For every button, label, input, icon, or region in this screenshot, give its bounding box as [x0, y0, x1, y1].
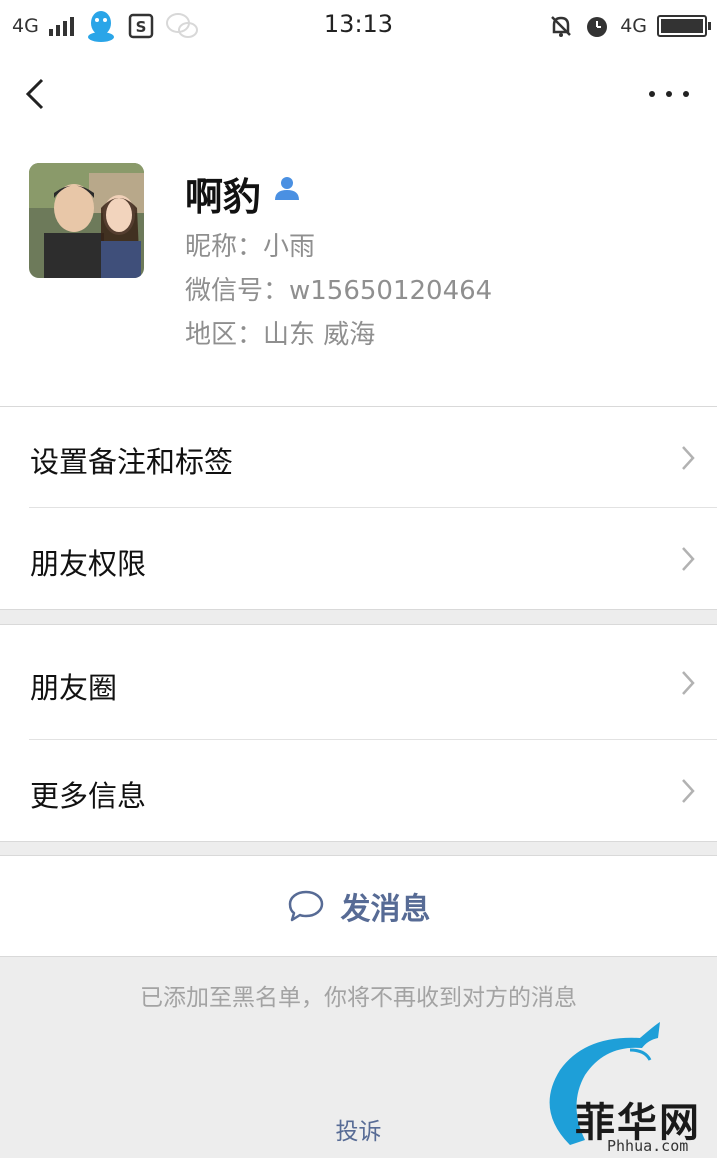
alarm-icon — [587, 17, 608, 37]
wechat-id-text: 微信号：w15650120464 — [185, 276, 493, 306]
more-info-row[interactable]: 更多信息 — [0, 740, 717, 841]
battery-icon — [657, 15, 711, 37]
nav-bar — [0, 52, 717, 132]
more-info-label: 更多信息 — [30, 779, 147, 813]
send-message-group: 发消息 — [0, 855, 717, 957]
nickname-text: 昵称：小雨 — [185, 232, 316, 262]
moments-row[interactable]: 朋友圈 — [0, 625, 717, 739]
status-bar: 4G S 13:13 4G — [0, 0, 717, 52]
send-message-label: 发消息 — [340, 892, 431, 927]
blacklist-note: 已添加至黑名单，你将不再收到对方的消息 — [140, 985, 577, 1011]
profile-header: 啊豹 昵称：小雨 微信号：w15650120464 地区：山东 威海 — [0, 132, 717, 406]
back-icon[interactable] — [22, 74, 52, 114]
send-message-button[interactable]: 发消息 — [0, 856, 717, 956]
settings-group: 设置备注和标签 朋友权限 — [0, 406, 717, 610]
friend-permissions-row[interactable]: 朋友权限 — [0, 508, 717, 609]
moments-label: 朋友圈 — [30, 671, 118, 705]
more-options-icon[interactable] — [649, 74, 689, 114]
watermark-url: Phhua.com — [607, 1137, 689, 1155]
chevron-right-icon — [682, 671, 695, 695]
status-right: 4G — [548, 10, 711, 42]
set-remark-tags-row[interactable]: 设置备注和标签 — [0, 407, 717, 507]
network-type-right: 4G — [620, 15, 647, 37]
info-group: 朋友圈 更多信息 — [0, 624, 717, 842]
chevron-right-icon — [682, 547, 695, 571]
chevron-right-icon — [682, 779, 695, 803]
mute-bell-icon — [551, 16, 572, 37]
contact-person-icon — [275, 177, 299, 200]
avatar[interactable] — [29, 163, 144, 278]
chevron-right-icon — [682, 446, 695, 470]
friend-permissions-label: 朋友权限 — [30, 547, 147, 581]
chat-bubble-icon — [288, 890, 323, 922]
region-text: 地区：山东 威海 — [185, 320, 376, 350]
contact-name: 啊豹 — [185, 175, 262, 219]
set-remark-tags-label: 设置备注和标签 — [30, 445, 234, 479]
